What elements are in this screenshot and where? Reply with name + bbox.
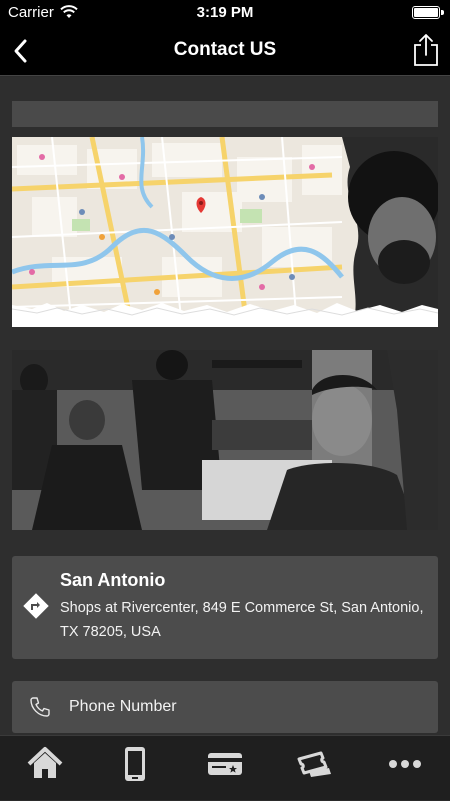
status-bar: Carrier 3:19 PM bbox=[0, 0, 450, 26]
location-name: San Antonio bbox=[60, 570, 166, 590]
contact-content[interactable]: San Antonio Shops at Rivercenter, 849 E … bbox=[0, 77, 450, 735]
phone-icon bbox=[30, 697, 50, 717]
more-icon bbox=[389, 760, 421, 768]
tab-home[interactable] bbox=[0, 736, 90, 801]
tab-card[interactable] bbox=[180, 736, 270, 801]
card-icon bbox=[208, 753, 242, 775]
navigation-bar: Contact US bbox=[0, 26, 450, 76]
tab-bar bbox=[0, 735, 450, 800]
page-title: Contact US bbox=[173, 39, 277, 60]
address-card[interactable]: San Antonio Shops at Rivercenter, 849 E … bbox=[12, 556, 438, 659]
header-banner bbox=[12, 101, 438, 127]
barbershop-photo bbox=[12, 350, 438, 530]
tab-more[interactable] bbox=[360, 736, 450, 801]
directions-icon[interactable] bbox=[23, 593, 49, 619]
share-icon[interactable] bbox=[412, 33, 440, 67]
phone-label: Phone Number bbox=[69, 698, 177, 715]
tab-mobile[interactable] bbox=[90, 736, 180, 801]
mobile-icon bbox=[125, 747, 145, 781]
tickets-icon bbox=[297, 751, 331, 777]
location-address: Shops at Rivercenter, 849 E Commerce St,… bbox=[60, 600, 424, 640]
tab-tickets[interactable] bbox=[270, 736, 360, 801]
battery-icon bbox=[412, 6, 444, 19]
phone-card[interactable]: Phone Number bbox=[12, 681, 438, 733]
map-image bbox=[12, 137, 438, 327]
home-icon bbox=[27, 747, 63, 778]
map-banner[interactable] bbox=[12, 137, 438, 327]
status-time: 3:19 PM bbox=[196, 4, 254, 21]
